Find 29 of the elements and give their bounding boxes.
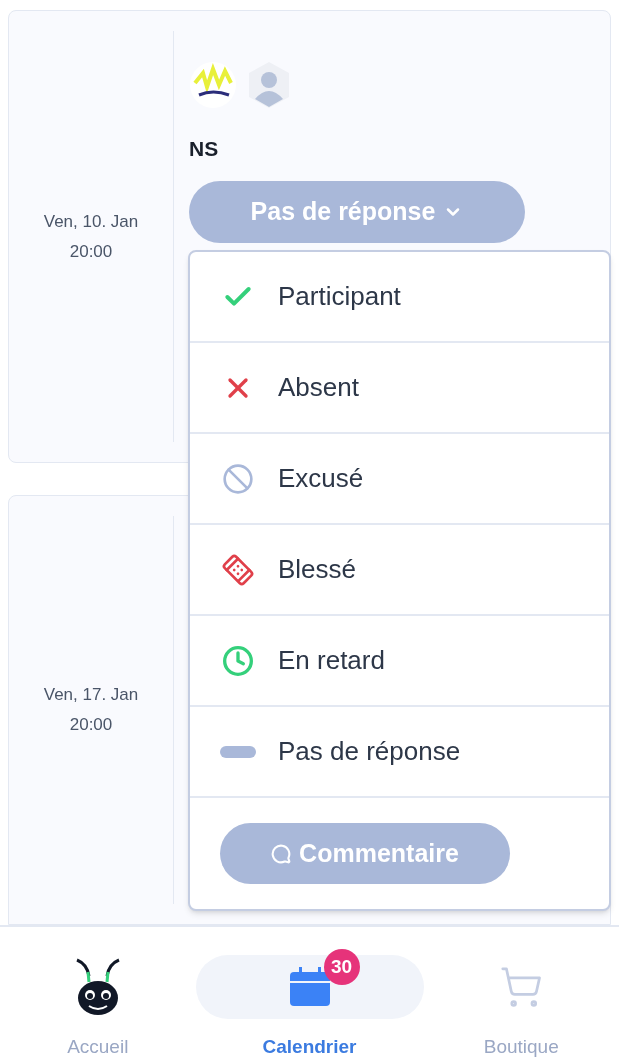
event-date: Ven, 10. Jan [43,210,139,233]
event-time: 20:00 [69,714,113,736]
notification-badge: 30 [323,949,360,985]
status-option-label: Participant [278,280,401,313]
speech-bubble-icon [271,843,292,864]
status-option[interactable]: Participant [190,252,609,343]
status-option[interactable]: Excusé [190,434,609,525]
status-option-label: Pas de réponse [278,735,461,768]
dash-icon [220,745,256,758]
team-name: NS [189,136,219,162]
status-option-label: Blessé [278,553,357,586]
event-date: Ven, 17. Jan [43,684,139,706]
status-option[interactable]: Absent [190,343,609,434]
nav-label: Boutique [483,1035,559,1059]
status-option[interactable]: Blessé [190,525,609,616]
clock-icon [222,644,254,677]
status-option-label: Absent [278,371,359,404]
prohibited-icon [222,462,254,495]
status-option[interactable]: Pas de réponse [190,707,609,798]
nav-label: Accueil [67,1035,129,1059]
nav-label: Calendrier [262,1035,357,1059]
calendar-icon [288,967,331,1007]
club-logo [189,61,237,109]
status-option-label: En retard [278,644,385,677]
event-time: 20:00 [69,240,113,263]
avatar-silhouette [247,61,291,109]
cart-icon [499,965,544,1009]
status-option[interactable]: En retard [190,616,609,707]
status-option-label: Excusé [278,462,364,495]
